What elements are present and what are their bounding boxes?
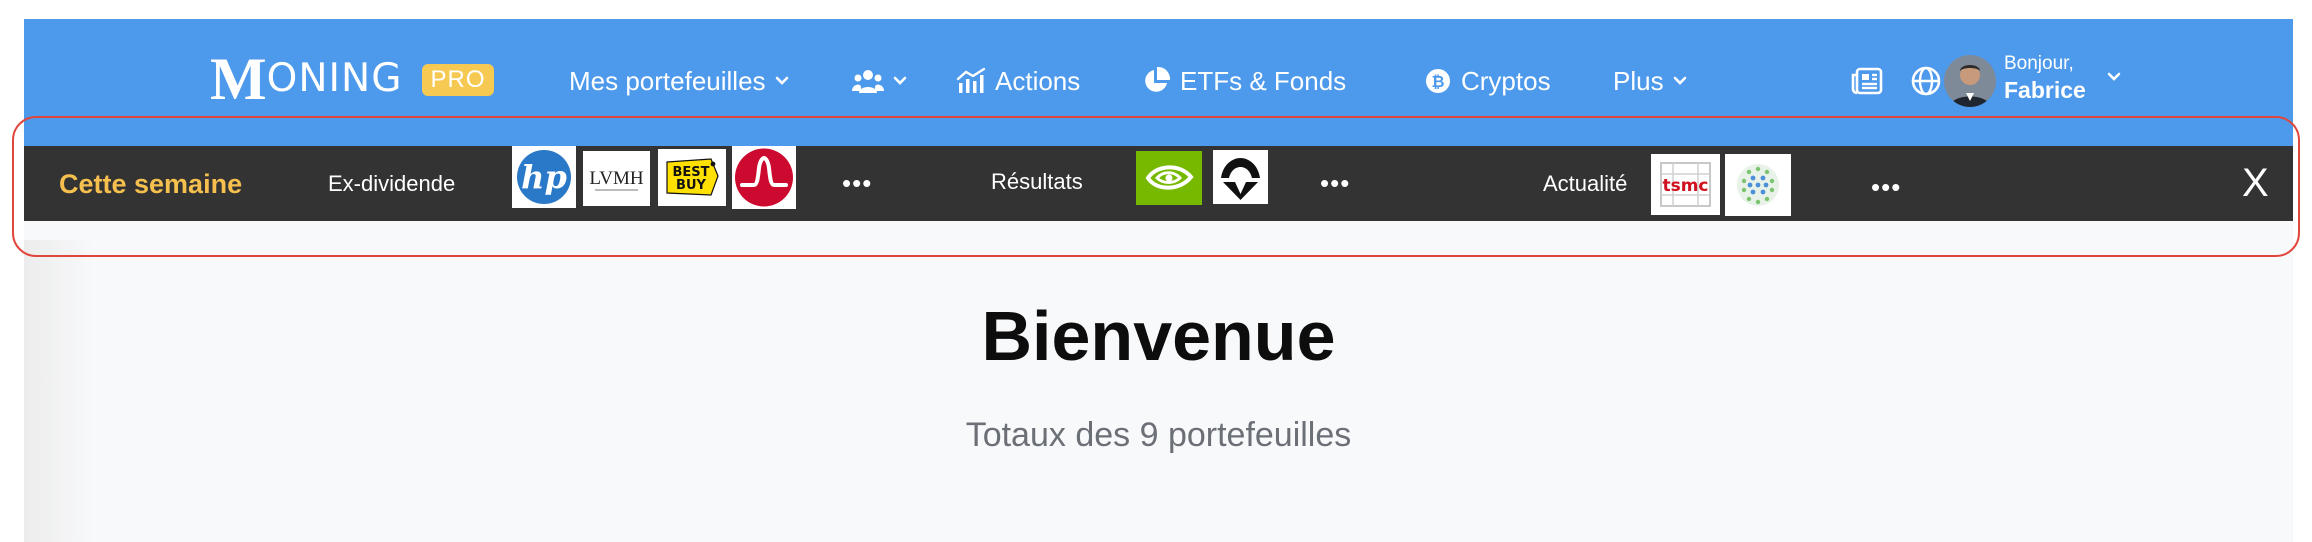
- nav-cryptos[interactable]: ₿ Cryptos: [1424, 63, 1551, 99]
- globe-icon: [1911, 66, 1941, 96]
- this-week-title: Cette semaine: [59, 169, 243, 199]
- nav-cryptos-label: Cryptos: [1461, 65, 1551, 96]
- chevron-down-icon: [893, 76, 907, 85]
- ex-dividend-more[interactable]: •••: [842, 170, 872, 196]
- hp-logo[interactable]: hp: [512, 146, 576, 208]
- tsmc-logo-text: tsmc: [1662, 176, 1708, 196]
- nav-stocks-label: Actions: [995, 65, 1081, 96]
- svg-text:₿: ₿: [1431, 72, 1444, 91]
- best-buy-logo-text-2: BUY: [676, 178, 706, 193]
- moning-logo[interactable]: M ONING: [210, 49, 402, 109]
- chevron-down-icon[interactable]: [2106, 71, 2122, 83]
- language-button[interactable]: [1910, 63, 1942, 99]
- users-icon: [852, 70, 884, 93]
- nav-more-label: Plus: [1613, 65, 1664, 96]
- ex-dividend-label: Ex-dividende: [328, 171, 456, 196]
- page-subtitle: Totaux des 9 portefeuilles: [965, 416, 1352, 454]
- nvidia-logo[interactable]: [1136, 151, 1202, 205]
- best-buy-logo[interactable]: BEST BUY: [658, 149, 726, 206]
- nav-community[interactable]: [852, 63, 907, 99]
- lvmh-logo[interactable]: LVMH: [583, 151, 650, 206]
- newspaper-icon: [1851, 67, 1883, 95]
- bitcoin-icon: ₿: [1426, 69, 1450, 93]
- user-menu[interactable]: Bonjour, Fabrice: [2004, 53, 2086, 105]
- page-title: Bienvenue: [981, 297, 1336, 375]
- pro-badge: PRO: [422, 64, 494, 96]
- tsmc-logo[interactable]: tsmc: [1651, 154, 1720, 215]
- stock-chart-icon: [956, 67, 986, 93]
- nav-etfs-funds[interactable]: ETFs & Fonds: [1141, 63, 1346, 99]
- logo-text: ONING: [266, 56, 403, 101]
- earnings-label: Résultats: [991, 169, 1083, 194]
- nav-my-portfolios-label: Mes portefeuilles: [569, 65, 766, 96]
- lvmh-logo-text: LVMH: [589, 168, 643, 189]
- globe-company-logo[interactable]: [1725, 154, 1791, 216]
- news-button[interactable]: [1851, 63, 1883, 99]
- earnings-more[interactable]: •••: [1320, 170, 1350, 196]
- app-window: M ONING PRO Mes portefeuilles Actions ET…: [24, 19, 2293, 542]
- user-name: Fabrice: [2004, 77, 2086, 103]
- news-label: Actualité: [1543, 171, 1628, 196]
- nav-more[interactable]: Plus: [1613, 63, 1687, 99]
- user-avatar[interactable]: [1944, 55, 1996, 107]
- nav-my-portfolios[interactable]: Mes portefeuilles: [569, 63, 789, 99]
- pie-chart-icon: [1145, 66, 1171, 92]
- top-navbar: M ONING PRO Mes portefeuilles Actions ET…: [24, 19, 2293, 146]
- user-greeting: Bonjour,: [2004, 53, 2074, 74]
- close-this-week-button[interactable]: X: [2242, 160, 2269, 206]
- this-week-bar: Cette semaine Ex-dividende hp LVMH BEST …: [24, 146, 2293, 221]
- news-more[interactable]: •••: [1871, 174, 1901, 200]
- nav-etfs-funds-label: ETFs & Fonds: [1180, 65, 1347, 96]
- side-shadow: [24, 240, 94, 542]
- logo-letter: M: [210, 46, 267, 112]
- broadcom-logo[interactable]: [732, 146, 796, 209]
- nio-logo[interactable]: [1213, 150, 1268, 204]
- hp-logo-text: hp: [521, 158, 567, 196]
- chevron-down-icon: [775, 76, 788, 85]
- chevron-down-icon: [1673, 76, 1686, 85]
- nav-stocks[interactable]: Actions: [956, 63, 1080, 99]
